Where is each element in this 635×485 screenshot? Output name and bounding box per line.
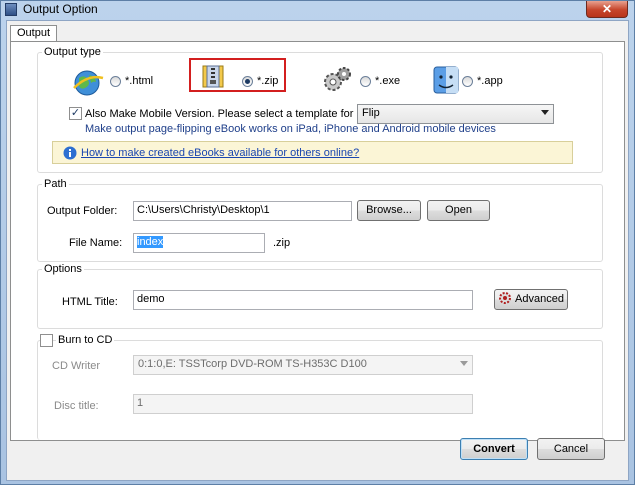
file-name-label: File Name:: [69, 237, 123, 249]
path-group-label: Path: [42, 178, 69, 190]
zip-radio[interactable]: [242, 76, 253, 87]
help-info-bar: How to make created eBooks available for…: [52, 141, 573, 164]
window-title: Output Option: [23, 2, 98, 16]
mobile-template-value: Flip: [362, 107, 380, 119]
app-option-label[interactable]: *.app: [477, 75, 503, 87]
mobile-version-label[interactable]: Also Make Mobile Version. Please select …: [85, 108, 392, 120]
html-option-label[interactable]: *.html: [125, 75, 153, 87]
html-title-label: HTML Title:: [62, 296, 118, 308]
convert-button[interactable]: Convert: [460, 438, 528, 460]
chevron-down-icon: [541, 110, 549, 115]
disc-title-label: Disc title:: [54, 400, 99, 412]
mobile-version-checkbox[interactable]: ✓: [69, 107, 82, 120]
close-button[interactable]: ✕: [586, 1, 628, 18]
advanced-button-label: Advanced: [515, 293, 564, 305]
chevron-down-icon: [460, 361, 468, 366]
help-online-link[interactable]: How to make created eBooks available for…: [81, 147, 359, 159]
title-bar[interactable]: Output Option ✕: [1, 1, 634, 19]
options-group-label: Options: [42, 263, 84, 275]
mobile-note: Make output page-flipping eBook works on…: [85, 123, 496, 135]
globe-icon: [73, 70, 104, 96]
open-button[interactable]: Open: [427, 200, 490, 221]
cd-writer-select: 0:1:0,E: TSSTcorp DVD-ROM TS-H353C D100: [133, 355, 473, 375]
cancel-button[interactable]: Cancel: [537, 438, 605, 460]
exe-radio[interactable]: [360, 76, 371, 87]
dialog-client-area: Output Output type *.html *.zip *.exe *.…: [6, 20, 629, 481]
output-folder-label: Output Folder:: [47, 205, 118, 217]
output-tab-panel: Output type *.html *.zip *.exe *.app ✓ A…: [10, 41, 625, 441]
zip-archive-icon: [202, 65, 224, 88]
disc-title-input: 1: [133, 394, 473, 414]
zip-option-label[interactable]: *.zip: [257, 75, 278, 87]
output-type-group: Output type *.html *.zip *.exe *.app ✓ A…: [37, 46, 603, 173]
output-folder-input[interactable]: C:\Users\Christy\Desktop\1: [133, 201, 352, 221]
output-type-label: Output type: [42, 46, 103, 58]
output-option-window: Output Option ✕ Output Output type *.htm…: [0, 0, 635, 485]
cd-writer-value: 0:1:0,E: TSSTcorp DVD-ROM TS-H353C D100: [138, 358, 367, 370]
file-name-selected-text: index: [137, 236, 164, 248]
tab-output[interactable]: Output: [10, 25, 58, 42]
mac-finder-icon: [433, 66, 459, 94]
file-extension-label: .zip: [273, 237, 291, 249]
path-group: Path Output Folder: C:\Users\Christy\Des…: [37, 178, 603, 262]
cd-writer-label: CD Writer: [52, 360, 101, 372]
exe-option-label[interactable]: *.exe: [375, 75, 400, 87]
html-radio[interactable]: [110, 76, 121, 87]
window-app-icon: [5, 3, 17, 16]
advanced-button[interactable]: Advanced: [494, 289, 568, 310]
file-name-input[interactable]: index: [133, 233, 265, 253]
burn-cd-group: Burn to CD CD Writer 0:1:0,E: TSSTcorp D…: [37, 334, 603, 440]
app-radio[interactable]: [462, 76, 473, 87]
info-icon: [63, 146, 77, 160]
advanced-settings-icon: [499, 292, 512, 304]
html-title-input[interactable]: demo: [133, 290, 473, 310]
mobile-template-select[interactable]: Flip: [357, 104, 554, 124]
options-group: Options HTML Title: demo Advanced: [37, 263, 603, 329]
burn-cd-label[interactable]: Burn to CD: [56, 334, 115, 346]
browse-button[interactable]: Browse...: [357, 200, 421, 221]
burn-cd-checkbox[interactable]: [40, 334, 53, 347]
exe-gears-icon: [324, 67, 351, 91]
